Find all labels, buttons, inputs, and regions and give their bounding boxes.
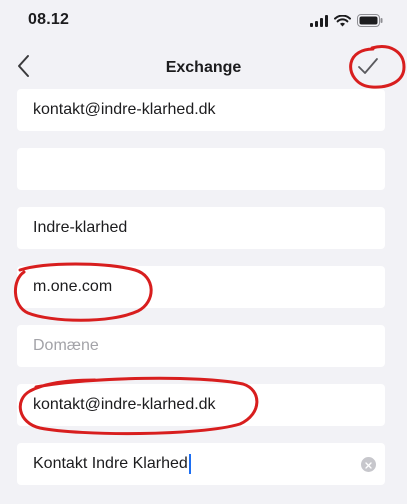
checkmark-icon [357, 57, 379, 80]
domain-field[interactable]: Domæne [17, 325, 385, 367]
server-address-value: m.one.com [33, 278, 113, 295]
display-name-field-value: Kontakt Indre Klarhed [33, 455, 188, 472]
description-field[interactable]: Indre-klarhed [17, 207, 385, 249]
status-bar: 08.12 [0, 0, 407, 44]
navigation-bar: Exchange [0, 44, 407, 92]
clear-button[interactable] [361, 457, 376, 472]
display-name-field[interactable]: Kontakt Indre Klarhed [17, 443, 385, 485]
server-address-field[interactable]: m.one.com [17, 266, 385, 308]
email-field[interactable]: kontakt@indre-klarhed.dk [17, 89, 385, 131]
status-time: 08.12 [28, 11, 70, 28]
done-button[interactable] [349, 50, 387, 86]
wifi-icon [334, 14, 351, 32]
clear-x-icon [365, 456, 372, 474]
domain-field-placeholder: Domæne [33, 337, 99, 354]
server-field[interactable] [17, 148, 385, 190]
battery-icon [357, 14, 383, 32]
text-caret [188, 454, 191, 474]
username-field-value: kontakt@indre-klarhed.dk [33, 396, 216, 413]
cellular-signal-icon [310, 14, 328, 32]
username-field[interactable]: kontakt@indre-klarhed.dk [17, 384, 385, 426]
email-field-value: kontakt@indre-klarhed.dk [33, 101, 216, 118]
description-field-value: Indre-klarhed [33, 219, 128, 236]
status-icons [310, 14, 383, 32]
page-title: Exchange [165, 59, 242, 76]
